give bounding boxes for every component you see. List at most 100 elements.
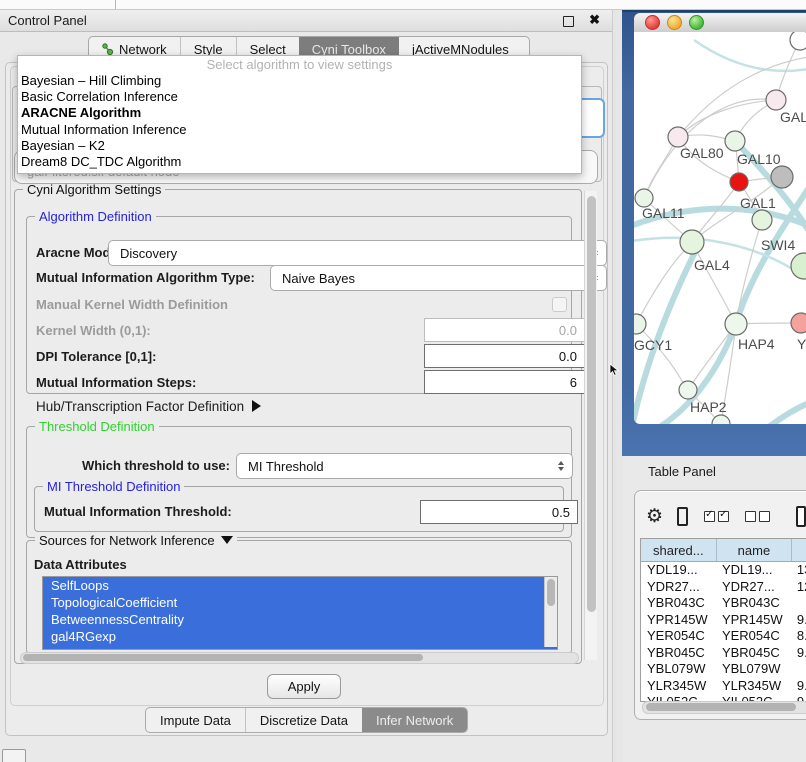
manual-kernel-checkbox[interactable] (552, 297, 567, 312)
which-threshold-combo[interactable]: MI Threshold (236, 453, 573, 479)
network-tab-icon (102, 43, 114, 56)
network-node-swi4[interactable] (791, 253, 806, 279)
aracne-mode-combo[interactable]: Discovery (108, 240, 607, 266)
expand-right-icon (252, 400, 261, 412)
node-label: GAL1 (740, 195, 776, 211)
node-label: GAL11 (642, 205, 685, 221)
network-node-gal[interactable] (766, 90, 786, 110)
mi-threshold-field[interactable]: 0.5 (420, 500, 578, 524)
node-label: GAL10 (737, 151, 781, 167)
mac-minimize-icon[interactable] (667, 15, 682, 30)
algorithm-dropdown-list: Select algorithm to view settings Bayesi… (17, 55, 582, 174)
node-label: GCY1 (634, 337, 672, 353)
mouse-cursor (608, 363, 620, 377)
table-horizontal-scrollbar[interactable] (642, 701, 806, 714)
node-label: HAP2 (690, 399, 727, 415)
node-label: GAL4 (694, 257, 730, 273)
attribute-item[interactable]: TopologicalCoefficient (43, 594, 557, 611)
export-table-icon[interactable] (796, 506, 806, 527)
network-edge[interactable] (692, 242, 736, 324)
which-threshold-label: Which threshold to use: (80, 458, 230, 473)
deselect-all-checks-icon[interactable] (745, 511, 770, 522)
table-panel-title: Table Panel (648, 464, 716, 479)
network-edge[interactable] (694, 40, 806, 71)
table-row[interactable]: YLR345W YLR345W 9. (641, 678, 806, 695)
attributes-vertical-scrollbar[interactable] (544, 577, 557, 647)
float-panel-icon[interactable] (563, 16, 574, 27)
kernel-width-field[interactable]: 0.0 (424, 318, 585, 342)
dpi-tolerance-label: DPI Tolerance [0,1]: (36, 349, 156, 364)
columns-icon[interactable] (677, 507, 688, 526)
docked-panel-mini-icon[interactable] (2, 749, 26, 762)
dropdown-item[interactable]: Dream8 DC_TDC Algorithm (18, 154, 581, 170)
hub-definition-toggle[interactable]: Hub/Transcription Factor Definition (36, 399, 261, 414)
cyni-bottom-tabs: Impute Data Discretize Data Infer Networ… (145, 707, 468, 733)
network-window-titlebar[interactable] (634, 13, 806, 33)
network-node-y[interactable] (791, 313, 806, 333)
network-node-gcy1[interactable] (634, 314, 646, 334)
dropdown-item-selected[interactable]: ARACNE Algorithm (18, 105, 581, 121)
mac-close-icon[interactable] (645, 15, 660, 30)
network-edge[interactable] (678, 100, 776, 137)
network-edge[interactable] (688, 324, 736, 390)
column-header-name[interactable]: name (717, 539, 793, 561)
network-node-gal10[interactable] (725, 131, 745, 151)
table-row[interactable]: YPR145W YPR145W 9. (641, 612, 806, 629)
network-node[interactable] (771, 166, 793, 188)
settings-vertical-scrollbar[interactable] (584, 191, 597, 660)
table-row[interactable]: YER054C YER054C 8. (641, 628, 806, 645)
tab-impute-data[interactable]: Impute Data (146, 708, 245, 732)
attribute-item[interactable]: SelfLoops (43, 577, 557, 594)
network-node[interactable] (730, 173, 748, 191)
screen: Control Panel ✖ Network Style Select Cyn… (0, 0, 806, 762)
column-header-cutoff[interactable]: A (792, 539, 806, 561)
network-edge[interactable] (770, 400, 806, 424)
mi-steps-field[interactable]: 6 (424, 370, 585, 394)
network-node[interactable] (712, 415, 730, 424)
network-node-gal80[interactable] (668, 127, 688, 147)
node-label: GAL (780, 109, 806, 125)
table-row[interactable]: YDL19... YDL19... 13 (641, 562, 806, 579)
dropdown-item[interactable]: Basic Correlation Inference (18, 89, 581, 105)
network-node-hap2[interactable] (679, 381, 697, 399)
close-icon[interactable]: ✖ (589, 12, 600, 28)
network-edge[interactable] (636, 242, 692, 324)
window-top-edge (0, 0, 806, 10)
data-attributes-list: SelfLoops TopologicalCoefficient Between… (42, 576, 558, 650)
tab-infer-network[interactable]: Infer Network (362, 708, 467, 732)
table-body: YDL19... YDL19... 13 YDR27... YDR27... 1… (641, 562, 806, 701)
settings-group-title: Cyni Algorithm Settings (23, 182, 165, 197)
table-row[interactable]: YBL079W YBL079W (641, 661, 806, 678)
settings-horizontal-scrollbar[interactable] (20, 652, 579, 664)
table-row[interactable]: YDR27... YDR27... 12 (641, 579, 806, 596)
node-table: shared... name A YDL19... YDL19... 13 YD… (640, 538, 806, 702)
sources-group-title[interactable]: Sources for Network Inference (35, 533, 237, 548)
network-node-gal4[interactable] (680, 230, 704, 254)
table-row[interactable]: YIL052C YIL052C 9 (641, 694, 806, 701)
dropdown-item[interactable]: Mutual Information Inference (18, 122, 581, 138)
gear-icon[interactable]: ⚙ (646, 505, 663, 528)
network-node-gal1[interactable] (752, 210, 772, 230)
threshold-definition-title: Threshold Definition (35, 419, 159, 434)
select-all-checks-icon[interactable] (704, 511, 729, 522)
collapse-down-icon (221, 536, 233, 544)
column-header-shared-name[interactable]: shared... (641, 539, 717, 561)
attribute-item[interactable]: gal4RGexp (43, 628, 557, 645)
network-node-hap4[interactable] (725, 313, 747, 335)
dropdown-item[interactable]: Bayesian – Hill Climbing (18, 73, 581, 89)
table-row[interactable]: YBR043C YBR043C (641, 595, 806, 612)
mi-type-combo[interactable]: Naive Bayes (270, 265, 607, 291)
dpi-tolerance-field[interactable]: 0.0 (424, 344, 585, 368)
tab-discretize-data[interactable]: Discretize Data (245, 708, 362, 732)
mac-zoom-icon[interactable] (689, 15, 704, 30)
network-view[interactable]: GALGAL80GAL10GAL1GAL11GAL4SWI4HAP4YGCY1H… (634, 32, 806, 424)
table-row[interactable]: YBR045C YBR045C 9. (641, 645, 806, 662)
table-header-row: shared... name A (641, 539, 806, 562)
mi-type-label: Mutual Information Algorithm Type: (36, 270, 255, 285)
dropdown-item[interactable]: Bayesian – K2 (18, 138, 581, 154)
node-label: SWI4 (761, 237, 795, 253)
attribute-item[interactable]: BetweennessCentrality (43, 611, 557, 628)
network-node[interactable] (790, 32, 806, 50)
apply-button[interactable]: Apply (267, 674, 341, 699)
dropdown-placeholder: Select algorithm to view settings (18, 56, 581, 73)
